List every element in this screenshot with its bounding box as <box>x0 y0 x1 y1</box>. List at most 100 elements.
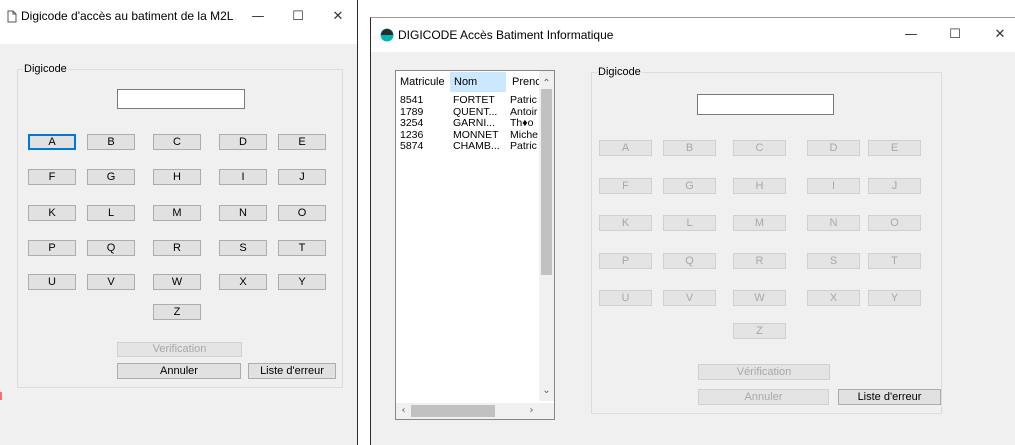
key-button[interactable]: W <box>153 274 201 290</box>
list-item[interactable]: 1236 MONNET Miche <box>396 130 539 141</box>
key-button[interactable]: J <box>868 178 921 194</box>
key-button[interactable]: A <box>599 140 652 156</box>
key-button[interactable]: Y <box>868 290 921 306</box>
cell-matricule: 1789 <box>400 106 424 118</box>
verification-button[interactable]: Verification <box>117 342 242 357</box>
key-button[interactable]: T <box>278 240 326 256</box>
key-button[interactable]: E <box>868 140 921 156</box>
key-button[interactable]: N <box>219 205 267 221</box>
cell-nom: GARNI... <box>453 118 496 129</box>
list-item[interactable]: 8541 FORTET Patric <box>396 95 539 106</box>
list-item[interactable]: 1789 QUENT... Antoir <box>396 107 539 118</box>
employee-listview[interactable]: Matricule Nom Prenc 8541 FORTET Patric 1789… <box>395 70 555 420</box>
key-button[interactable]: R <box>733 253 786 269</box>
list-item[interactable]: 5874 CHAMB... Patric <box>396 141 539 152</box>
key-button[interactable]: O <box>868 215 921 231</box>
key-button[interactable]: D <box>219 134 267 150</box>
key-button[interactable]: R <box>153 240 201 256</box>
key-button[interactable]: M <box>153 205 201 221</box>
scroll-up-arrow-icon[interactable]: ⌃ <box>539 78 554 89</box>
key-button[interactable]: P <box>599 253 652 269</box>
key-button[interactable]: I <box>807 178 860 194</box>
key-button[interactable]: L <box>663 215 716 231</box>
cell-prenom: Th♦o <box>510 118 534 129</box>
key-button[interactable]: C <box>733 140 786 156</box>
key-button[interactable]: Z <box>153 304 201 320</box>
key-button[interactable]: E <box>278 134 326 150</box>
key-button[interactable]: V <box>87 274 135 290</box>
key-button[interactable]: V <box>663 290 716 306</box>
key-button[interactable]: X <box>807 290 860 306</box>
scroll-left-arrow-icon[interactable]: ‹ <box>396 405 411 416</box>
key-button[interactable]: S <box>219 240 267 256</box>
window-digicode-informatique: DIGICODE Accès Batiment Informatique — ☐… <box>370 17 1015 445</box>
window-title: Digicode d'accès au batiment de la M2L <box>21 9 234 23</box>
column-header-matricule[interactable]: Matricule <box>396 72 449 92</box>
key-button[interactable]: M <box>733 215 786 231</box>
key-button[interactable]: Z <box>733 323 786 339</box>
key-button[interactable]: W <box>733 290 786 306</box>
key-button[interactable]: Q <box>87 240 135 256</box>
key-button[interactable]: K <box>599 215 652 231</box>
vertical-scroll-thumb[interactable] <box>541 89 552 275</box>
scroll-down-arrow-icon[interactable]: ⌄ <box>539 385 554 396</box>
annuler-button[interactable]: Annuler <box>698 389 829 405</box>
horizontal-scroll-thumb[interactable] <box>411 405 495 417</box>
title-bar[interactable]: DIGICODE Accès Batiment Informatique — ☐… <box>371 18 1015 52</box>
key-button[interactable]: C <box>153 134 201 150</box>
key-button[interactable]: B <box>87 134 135 150</box>
key-button[interactable]: Y <box>278 274 326 290</box>
key-button[interactable]: G <box>87 169 135 185</box>
key-button[interactable]: T <box>868 253 921 269</box>
cell-matricule: 5874 <box>400 141 424 152</box>
minimize-button[interactable]: — <box>249 8 267 26</box>
key-button[interactable]: I <box>219 169 267 185</box>
key-button[interactable]: U <box>28 274 76 290</box>
key-button[interactable]: K <box>28 205 76 221</box>
list-item[interactable]: 3254 GARNI... Th♦o <box>396 118 539 129</box>
scroll-right-arrow-icon[interactable]: › <box>524 405 539 416</box>
title-bar[interactable]: Digicode d'accès au batiment de la M2L —… <box>0 0 357 44</box>
horizontal-scrollbar[interactable]: ‹ › <box>396 403 539 419</box>
annuler-button[interactable]: Annuler <box>117 363 241 379</box>
group-label: Digicode <box>597 66 642 78</box>
close-button[interactable]: ✕ <box>329 8 347 26</box>
key-button[interactable]: J <box>278 169 326 185</box>
cell-prenom: Patric <box>510 95 537 106</box>
close-button[interactable]: ✕ <box>991 26 1009 44</box>
vertical-scrollbar[interactable]: ⌃ ⌄ <box>539 71 554 401</box>
key-button[interactable]: D <box>807 140 860 156</box>
code-textbox[interactable] <box>117 89 245 109</box>
code-textbox[interactable] <box>697 94 834 115</box>
app-circle-icon <box>380 28 394 42</box>
key-button[interactable]: U <box>599 290 652 306</box>
key-button[interactable]: P <box>28 240 76 256</box>
minimize-button[interactable]: — <box>902 26 920 44</box>
verification-button[interactable]: Vérification <box>698 364 830 380</box>
key-button[interactable]: N <box>807 215 860 231</box>
digicode-group <box>17 69 343 388</box>
key-button[interactable]: F <box>28 169 76 185</box>
key-button[interactable]: H <box>733 178 786 194</box>
key-button[interactable]: S <box>807 253 860 269</box>
liste-erreur-button[interactable]: Liste d'erreur <box>248 363 336 379</box>
key-button[interactable]: X <box>219 274 267 290</box>
key-button[interactable]: Q <box>663 253 716 269</box>
cell-prenom: Miche <box>510 129 539 141</box>
scroll-corner <box>539 403 554 419</box>
column-header-prenom[interactable]: Prenc <box>507 72 541 92</box>
column-header-nom[interactable]: Nom <box>450 72 506 92</box>
cell-nom: MONNET <box>453 129 499 141</box>
digicode-group <box>591 72 942 414</box>
key-button[interactable]: B <box>663 140 716 156</box>
key-button[interactable]: G <box>663 178 716 194</box>
key-button[interactable]: O <box>278 205 326 221</box>
maximize-button[interactable]: ☐ <box>946 26 964 44</box>
maximize-button[interactable]: ☐ <box>289 8 307 26</box>
key-button[interactable]: F <box>599 178 652 194</box>
key-button[interactable]: H <box>153 169 201 185</box>
window-digicode-m2l: Digicode d'accès au batiment de la M2L —… <box>0 0 358 445</box>
key-button[interactable]: L <box>87 205 135 221</box>
key-button[interactable]: A <box>28 134 76 150</box>
liste-erreur-button[interactable]: Liste d'erreur <box>838 389 941 405</box>
